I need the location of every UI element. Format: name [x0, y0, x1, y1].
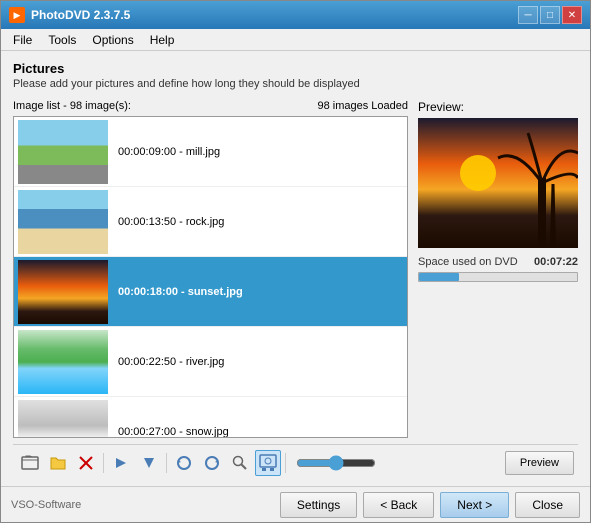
rotate-left-button[interactable] [171, 450, 197, 476]
move-down-button[interactable] [136, 450, 162, 476]
toolbar: Preview [13, 444, 578, 480]
menu-file[interactable]: File [5, 31, 40, 49]
thumbnail-mill [18, 120, 108, 184]
window-controls: ─ □ ✕ [518, 6, 582, 24]
zoom-button[interactable] [227, 450, 253, 476]
list-item-label: 00:00:13:50 - rock.jpg [118, 216, 224, 228]
main-area: Image list - 98 image(s): 98 images Load… [13, 100, 578, 438]
list-item-label: 00:00:22:50 - river.jpg [118, 356, 224, 368]
add-files-button[interactable] [17, 450, 43, 476]
dvd-space-row: Space used on DVD 00:07:22 [418, 256, 578, 268]
image-settings-button[interactable] [255, 450, 281, 476]
image-list-container[interactable]: 00:00:09:00 - mill.jpg 00:00:13:50 - roc… [13, 116, 408, 438]
dvd-progress-bar [418, 272, 578, 282]
duration-slider[interactable] [296, 453, 376, 473]
dvd-space-time: 00:07:22 [534, 256, 578, 268]
app-icon: ▶ [9, 7, 25, 23]
menu-bar: File Tools Options Help [1, 29, 590, 51]
dvd-space-label: Space used on DVD [418, 256, 518, 268]
open-folder-button[interactable] [45, 450, 71, 476]
list-item-selected[interactable]: 00:00:18:00 - sunset.jpg [14, 257, 407, 327]
thumbnail-rock [18, 190, 108, 254]
dvd-progress-fill [419, 273, 459, 281]
bottom-bar: VSO-Software Settings < Back Next > Clos… [1, 486, 590, 522]
back-button[interactable]: < Back [363, 492, 434, 518]
list-item-label: 00:00:09:00 - mill.jpg [118, 146, 220, 158]
preview-panel: Preview: Spac [418, 100, 578, 438]
section-description: Please add your pictures and define how … [13, 78, 578, 90]
window-title: PhotoDVD 2.3.7.5 [31, 8, 518, 22]
preview-button[interactable]: Preview [505, 451, 574, 475]
main-window: ▶ PhotoDVD 2.3.7.5 ─ □ ✕ File Tools Opti… [0, 0, 591, 523]
separator [166, 453, 167, 473]
image-list-header: Image list - 98 image(s): 98 images Load… [13, 100, 408, 112]
separator [103, 453, 104, 473]
list-item-label: 00:00:27:00 - snow.jpg [118, 426, 229, 438]
list-item[interactable]: 00:00:13:50 - rock.jpg [14, 187, 407, 257]
minimize-button[interactable]: ─ [518, 6, 538, 24]
content-area: Pictures Please add your pictures and de… [1, 51, 590, 486]
settings-button[interactable]: Settings [280, 492, 357, 518]
thumbnail-river [18, 330, 108, 394]
title-bar: ▶ PhotoDVD 2.3.7.5 ─ □ ✕ [1, 1, 590, 29]
close-button[interactable]: Close [515, 492, 580, 518]
rotate-right-button[interactable] [199, 450, 225, 476]
image-list-status: 98 images Loaded [317, 100, 408, 112]
image-list-panel: Image list - 98 image(s): 98 images Load… [13, 100, 408, 438]
list-item[interactable]: 00:00:27:00 - snow.jpg [14, 397, 407, 437]
maximize-button[interactable]: □ [540, 6, 560, 24]
preview-label: Preview: [418, 100, 578, 114]
duration-slider-container [296, 453, 376, 473]
image-list-scroll[interactable]: 00:00:09:00 - mill.jpg 00:00:13:50 - roc… [14, 117, 407, 437]
separator [285, 453, 286, 473]
move-right-button[interactable] [108, 450, 134, 476]
section-title: Pictures [13, 61, 578, 76]
image-list-label: Image list - 98 image(s): [13, 100, 131, 112]
list-item[interactable]: 00:00:22:50 - river.jpg [14, 327, 407, 397]
menu-help[interactable]: Help [142, 31, 183, 49]
next-button[interactable]: Next > [440, 492, 509, 518]
bottom-buttons: Settings < Back Next > Close [280, 492, 580, 518]
preview-image [418, 118, 578, 248]
menu-options[interactable]: Options [84, 31, 141, 49]
toolbar-right: Preview [505, 451, 574, 475]
remove-button[interactable] [73, 450, 99, 476]
list-item[interactable]: 00:00:09:00 - mill.jpg [14, 117, 407, 187]
menu-tools[interactable]: Tools [40, 31, 84, 49]
thumbnail-sunset [18, 260, 108, 324]
vso-label: VSO-Software [11, 499, 81, 511]
close-window-button[interactable]: ✕ [562, 6, 582, 24]
thumbnail-snow [18, 400, 108, 438]
list-item-label: 00:00:18:00 - sunset.jpg [118, 286, 243, 298]
